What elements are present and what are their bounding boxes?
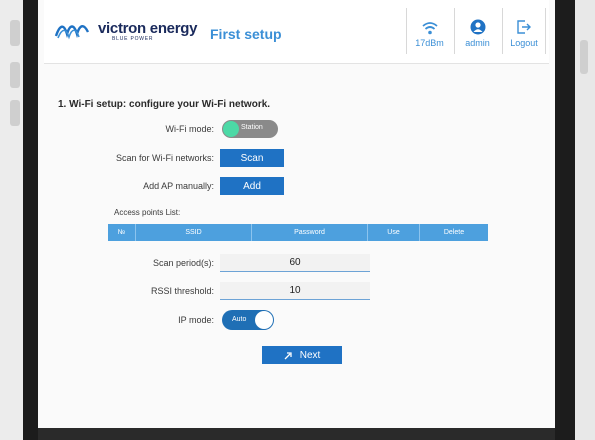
rssi-threshold-label: RSSI threshold: (150, 286, 214, 296)
ap-list-table-header: № SSID Password Use Delete (108, 224, 488, 241)
brand-logo: victron energy BLUE POWER (54, 20, 197, 42)
user-icon (470, 19, 485, 35)
next-button-label: Next (299, 349, 321, 361)
ip-mode-toggle[interactable]: Auto (222, 310, 274, 330)
scan-button[interactable]: Scan (220, 149, 284, 167)
logout-icon (517, 20, 531, 34)
column-header-number: № (108, 224, 136, 241)
wifi-mode-value: Station (241, 124, 263, 131)
logout-label: Logout (510, 38, 538, 48)
column-header-password: Password (252, 224, 368, 241)
wifi-mode-label: Wi-Fi mode: (165, 124, 214, 134)
ip-mode-label: IP mode: (178, 315, 214, 325)
column-header-delete: Delete (443, 229, 465, 236)
column-header-ssid: SSID (136, 224, 252, 241)
page-title: First setup (210, 26, 282, 42)
phone-side-button (10, 62, 20, 88)
user-label: admin (465, 38, 490, 48)
toggle-knob (223, 121, 239, 137)
wifi-mode-toggle[interactable]: Station (222, 120, 278, 138)
phone-frame-right (555, 0, 595, 440)
user-button[interactable]: admin (454, 8, 500, 54)
section-title: 1. Wi-Fi setup: configure your Wi-Fi net… (58, 99, 271, 110)
phone-frame-left (0, 0, 38, 440)
scan-period-input[interactable]: 60 (220, 254, 370, 272)
ap-list-title: Access points List: (114, 208, 181, 217)
add-ap-button[interactable]: Add (220, 177, 284, 195)
wifi-signal-label: 17dBm (415, 38, 444, 48)
ip-mode-value: Auto (232, 316, 247, 323)
toggle-knob (255, 311, 273, 329)
wifi-icon (421, 22, 438, 35)
device-screen: victron energy BLUE POWER First setup 17… (38, 0, 555, 428)
wifi-status-button[interactable]: 17dBm (406, 8, 452, 54)
scan-period-label: Scan period(s): (152, 258, 214, 268)
next-button[interactable]: Next (262, 346, 342, 364)
logout-button[interactable]: Logout (502, 8, 546, 54)
brand-name: victron energy (98, 19, 198, 37)
column-header-use: Use (368, 224, 420, 241)
next-arrow-icon (284, 352, 292, 360)
add-ap-label: Add AP manually: (143, 181, 214, 191)
brand-tagline: BLUE POWER (112, 35, 154, 42)
phone-bezel-left (23, 0, 38, 440)
victron-wave-icon (54, 25, 90, 40)
scan-networks-label: Scan for Wi-Fi networks: (115, 153, 214, 163)
phone-bezel-right (555, 0, 575, 440)
phone-bezel-bottom (38, 428, 555, 440)
phone-side-button (10, 100, 20, 126)
phone-side-button (10, 20, 20, 46)
app-header: victron energy BLUE POWER First setup 17… (44, 0, 549, 64)
phone-power-button (580, 40, 588, 74)
rssi-threshold-input[interactable]: 10 (220, 282, 370, 300)
